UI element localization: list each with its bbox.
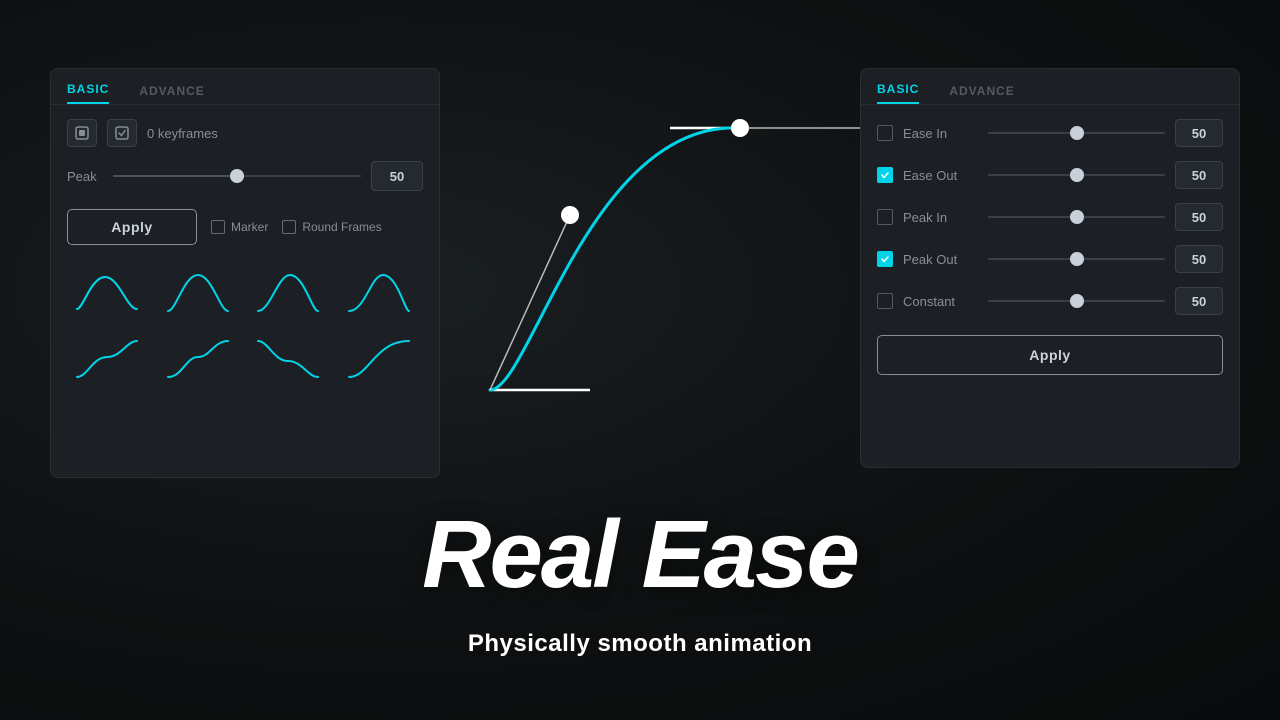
peak-in-checkbox[interactable] — [877, 209, 893, 225]
peak-in-label: Peak In — [903, 210, 978, 225]
peak-in-slider[interactable] — [988, 216, 1165, 218]
curve-preset-6[interactable] — [158, 329, 238, 389]
keyframe-icon-2[interactable] — [107, 119, 137, 147]
ease-in-value[interactable]: 50 — [1175, 119, 1223, 147]
peak-out-row: Peak Out 50 — [877, 245, 1223, 273]
ease-out-row: Ease Out 50 — [877, 161, 1223, 189]
curve-preset-7[interactable] — [248, 329, 328, 389]
ease-out-checkbox[interactable] — [877, 167, 893, 183]
apply-button-right[interactable]: Apply — [877, 335, 1223, 375]
curve-preset-2[interactable] — [158, 263, 238, 323]
tab-basic-left[interactable]: BASIC — [67, 82, 109, 104]
peak-slider[interactable] — [113, 175, 361, 177]
curve-preset-8[interactable] — [339, 329, 419, 389]
ease-in-checkbox[interactable] — [877, 125, 893, 141]
tab-advance-right[interactable]: ADVANCE — [949, 84, 1014, 104]
peak-row: Peak 50 — [67, 161, 423, 191]
peak-label: Peak — [67, 169, 103, 184]
round-frames-checkbox[interactable] — [282, 220, 296, 234]
constant-value[interactable]: 50 — [1175, 287, 1223, 315]
peak-out-slider[interactable] — [988, 258, 1165, 260]
marker-checkbox-group[interactable]: Marker — [211, 220, 268, 234]
ease-in-row: Ease In 50 — [877, 119, 1223, 147]
curve-presets-grid — [67, 263, 423, 389]
right-panel-tabs: BASIC ADVANCE — [861, 69, 1239, 105]
left-panel-tabs: BASIC ADVANCE — [51, 69, 439, 105]
left-panel: BASIC ADVANCE 0 keyframes Peak — [50, 68, 440, 478]
ease-out-slider[interactable] — [988, 174, 1165, 176]
main-subtitle: Physically smooth animation — [468, 630, 812, 658]
ease-out-value[interactable]: 50 — [1175, 161, 1223, 189]
peak-in-row: Peak In 50 — [877, 203, 1223, 231]
marker-checkbox[interactable] — [211, 220, 225, 234]
apply-button-left[interactable]: Apply — [67, 209, 197, 245]
curve-preset-3[interactable] — [248, 263, 328, 323]
right-panel: BASIC ADVANCE Ease In 50 Ease Out 50 — [860, 68, 1240, 468]
tab-basic-right[interactable]: BASIC — [877, 82, 919, 104]
main-title: Real Ease — [422, 500, 858, 610]
tab-advance-left[interactable]: ADVANCE — [139, 84, 204, 104]
peak-out-label: Peak Out — [903, 252, 978, 267]
peak-value[interactable]: 50 — [371, 161, 423, 191]
apply-row: Apply Marker Round Frames — [67, 209, 423, 245]
round-frames-checkbox-group[interactable]: Round Frames — [282, 220, 381, 234]
round-frames-label: Round Frames — [302, 220, 381, 234]
constant-checkbox[interactable] — [877, 293, 893, 309]
ease-in-slider[interactable] — [988, 132, 1165, 134]
curve-preset-5[interactable] — [67, 329, 147, 389]
peak-out-value[interactable]: 50 — [1175, 245, 1223, 273]
keyframe-count-label: 0 keyframes — [147, 126, 218, 141]
marker-label: Marker — [231, 220, 268, 234]
peak-out-checkbox[interactable] — [877, 251, 893, 267]
keyframe-icon-1[interactable] — [67, 119, 97, 147]
constant-label: Constant — [903, 294, 978, 309]
curve-preset-4[interactable] — [339, 263, 419, 323]
ease-in-label: Ease In — [903, 126, 978, 141]
peak-in-value[interactable]: 50 — [1175, 203, 1223, 231]
curve-preset-1[interactable] — [67, 263, 147, 323]
constant-row: Constant 50 — [877, 287, 1223, 315]
ease-out-label: Ease Out — [903, 168, 978, 183]
constant-slider[interactable] — [988, 300, 1165, 302]
keyframe-row: 0 keyframes — [67, 119, 423, 147]
